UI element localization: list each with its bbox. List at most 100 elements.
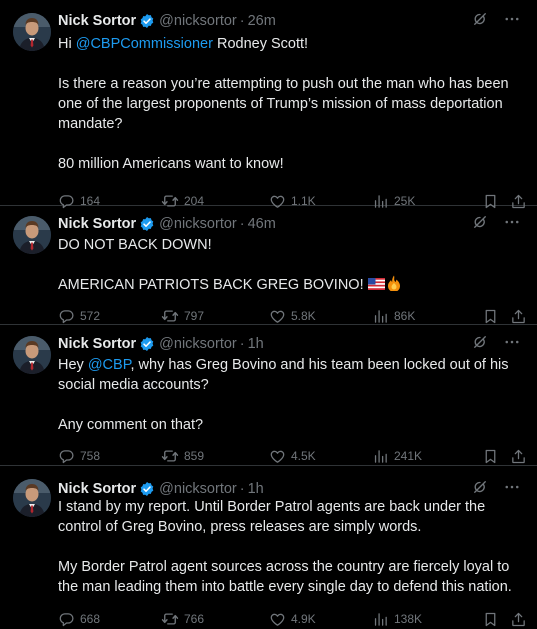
tweet[interactable]: Nick Sortor @nicksortor · 1h I stand by …: [0, 466, 537, 629]
repost-count: 859: [184, 449, 205, 463]
like-icon: [269, 448, 286, 465]
action-bar: 668 766 4.9K 138K: [58, 601, 525, 629]
repost-button[interactable]: 766: [161, 610, 204, 628]
share-button[interactable]: [510, 308, 527, 325]
repost-icon: [161, 447, 179, 465]
grok-icon[interactable]: [471, 213, 489, 235]
separator-dot: ·: [239, 216, 245, 232]
header-icons: [471, 10, 521, 32]
like-count: 4.5K: [291, 449, 316, 463]
more-icon[interactable]: [503, 478, 521, 500]
fire-emoji: [387, 275, 401, 292]
header-icons: [471, 478, 521, 500]
like-count: 5.8K: [291, 309, 316, 323]
views-button[interactable]: 138K: [372, 611, 422, 628]
bookmark-button[interactable]: [482, 611, 499, 628]
views-icon: [372, 611, 389, 628]
tweet-text-part: I stand by my report. Until Border Patro…: [58, 499, 512, 595]
author-name[interactable]: Nick Sortor: [58, 481, 136, 497]
separator-dot: ·: [239, 481, 245, 497]
author-handle[interactable]: @nicksortor: [159, 481, 237, 497]
reply-button[interactable]: 572: [58, 308, 100, 325]
separator-dot: ·: [239, 336, 245, 352]
view-count: 86K: [394, 309, 416, 323]
us-flag-emoji: [367, 276, 385, 290]
tweet-header: Nick Sortor @nicksortor · 26m: [58, 11, 523, 31]
bookmark-button[interactable]: [482, 308, 499, 325]
share-icon: [510, 611, 527, 628]
header-icons: [471, 213, 521, 235]
author-name[interactable]: Nick Sortor: [58, 336, 136, 352]
author-handle[interactable]: @nicksortor: [159, 216, 237, 232]
tweet-text-part: Rodney Scott! Is there a reason you’re a…: [58, 36, 509, 172]
reply-button[interactable]: 668: [58, 611, 100, 628]
verified-badge-icon: [139, 13, 155, 29]
bookmark-button[interactable]: [482, 448, 499, 465]
reply-icon: [58, 611, 75, 628]
mention-link[interactable]: @CBPCommissioner: [76, 36, 213, 52]
verified-badge-icon: [139, 216, 155, 232]
reply-count: 758: [80, 449, 101, 463]
repost-icon: [161, 610, 179, 628]
more-icon[interactable]: [503, 213, 521, 235]
author-name[interactable]: Nick Sortor: [58, 13, 136, 29]
share-icon: [510, 448, 527, 465]
verified-badge-icon: [139, 481, 155, 497]
reply-icon: [58, 448, 75, 465]
more-icon[interactable]: [503, 333, 521, 355]
tweet-text: I stand by my report. Until Border Patro…: [58, 497, 523, 597]
share-icon: [510, 308, 527, 325]
tweet[interactable]: Nick Sortor @nicksortor · 46m DO NOT BAC…: [0, 206, 537, 325]
tweet-text-part: Hey: [58, 357, 88, 373]
timestamp[interactable]: 1h: [248, 336, 264, 352]
tweet-header: Nick Sortor @nicksortor · 46m: [58, 214, 523, 234]
timestamp[interactable]: 46m: [248, 216, 276, 232]
view-count: 138K: [394, 612, 423, 626]
tweet-text-part: DO NOT BACK DOWN! AMERICAN PATRIOTS BACK…: [58, 237, 364, 293]
views-icon: [372, 448, 389, 465]
tweet-header: Nick Sortor @nicksortor · 1h: [58, 334, 523, 354]
tweet-header: Nick Sortor @nicksortor · 1h: [58, 479, 523, 499]
like-button[interactable]: 4.5K: [269, 448, 316, 465]
tweet[interactable]: Nick Sortor @nicksortor · 1h Hey @CBP, w…: [0, 325, 537, 466]
grok-icon[interactable]: [471, 10, 489, 32]
repost-button[interactable]: 859: [161, 447, 204, 465]
like-icon: [269, 308, 286, 325]
avatar[interactable]: [13, 336, 51, 374]
like-icon: [269, 611, 286, 628]
repost-button[interactable]: 797: [161, 307, 204, 325]
author-handle[interactable]: @nicksortor: [159, 336, 237, 352]
tweet-text-part: Hi: [58, 36, 76, 52]
more-icon[interactable]: [503, 10, 521, 32]
timestamp[interactable]: 1h: [248, 481, 264, 497]
share-button[interactable]: [510, 448, 527, 465]
like-button[interactable]: 4.9K: [269, 611, 316, 628]
grok-icon[interactable]: [471, 478, 489, 500]
reply-count: 668: [80, 612, 101, 626]
bookmark-icon: [482, 611, 499, 628]
tweet[interactable]: Nick Sortor @nicksortor · 26m Hi @CBPCom…: [0, 0, 537, 208]
separator-dot: ·: [239, 13, 245, 29]
grok-icon[interactable]: [471, 333, 489, 355]
reply-count: 572: [80, 309, 101, 323]
author-handle[interactable]: @nicksortor: [159, 13, 237, 29]
views-button[interactable]: 241K: [372, 448, 422, 465]
reply-button[interactable]: 758: [58, 448, 100, 465]
tweet-text: Hi @CBPCommissioner Rodney Scott! Is the…: [58, 34, 523, 174]
verified-badge-icon: [139, 336, 155, 352]
reply-icon: [58, 308, 75, 325]
author-name[interactable]: Nick Sortor: [58, 216, 136, 232]
avatar[interactable]: [13, 479, 51, 517]
share-button[interactable]: [510, 611, 527, 628]
views-button[interactable]: 86K: [372, 308, 415, 325]
avatar[interactable]: [13, 216, 51, 254]
repost-count: 766: [184, 612, 205, 626]
like-button[interactable]: 5.8K: [269, 308, 316, 325]
views-icon: [372, 308, 389, 325]
view-count: 241K: [394, 449, 423, 463]
avatar[interactable]: [13, 13, 51, 51]
mention-link[interactable]: @CBP: [88, 357, 131, 373]
repost-count: 797: [184, 309, 205, 323]
timestamp[interactable]: 26m: [248, 13, 276, 29]
repost-icon: [161, 307, 179, 325]
